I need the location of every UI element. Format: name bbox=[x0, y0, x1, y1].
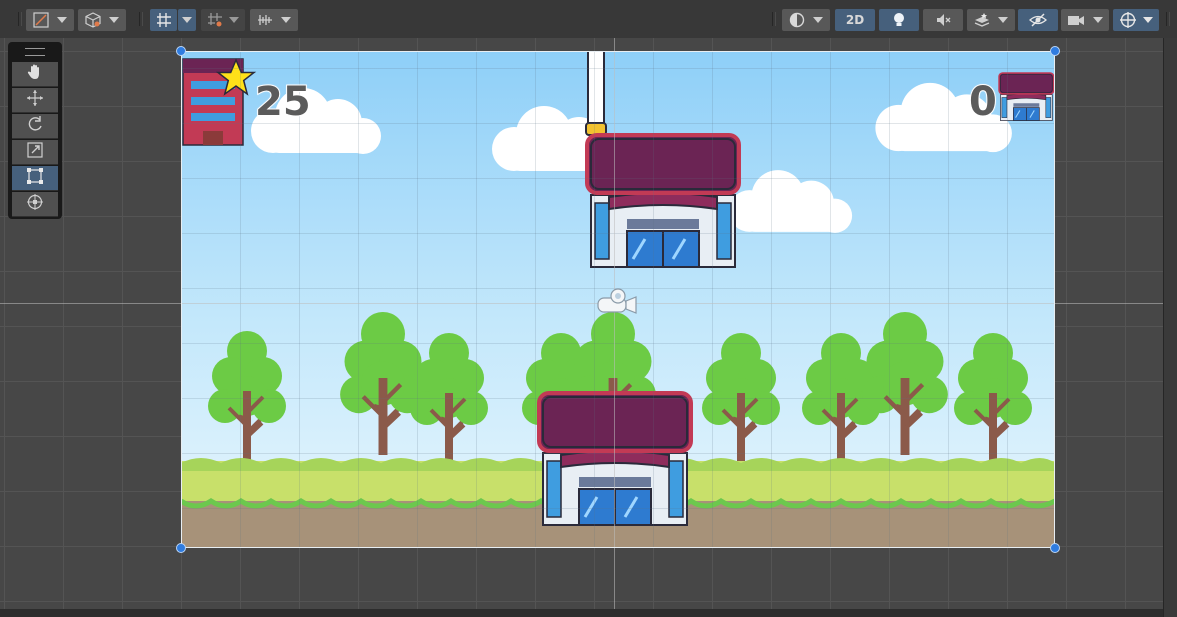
render-mode-dropdown[interactable] bbox=[782, 9, 830, 31]
scale-icon bbox=[26, 141, 44, 163]
viewport-side-strip bbox=[1163, 38, 1177, 617]
camera-gizmo-icon[interactable] bbox=[596, 288, 640, 324]
chevron-down-icon bbox=[281, 17, 291, 23]
tree bbox=[700, 331, 782, 465]
chevron-down-icon bbox=[229, 17, 239, 23]
base-building bbox=[537, 391, 693, 527]
viewport-bottom-strip bbox=[0, 609, 1163, 617]
toolbar-separator bbox=[18, 12, 22, 26]
increment-snap-dropdown[interactable] bbox=[201, 9, 245, 31]
chevron-down-icon bbox=[57, 17, 67, 23]
chevron-down-icon bbox=[813, 17, 823, 23]
chevron-down-icon bbox=[1093, 17, 1103, 23]
scene-tools-panel bbox=[8, 42, 62, 219]
scale-tool-button[interactable] bbox=[12, 140, 58, 165]
draw-mode-dropdown[interactable] bbox=[26, 9, 74, 31]
gizmos-dropdown[interactable] bbox=[1113, 9, 1159, 31]
audio-toggle[interactable] bbox=[923, 9, 963, 31]
origin-axis-horizontal bbox=[0, 303, 1163, 304]
scene-toolbar: 2D bbox=[0, 0, 1177, 39]
camera-icon bbox=[1067, 13, 1085, 27]
gizmos-icon bbox=[1119, 11, 1137, 29]
chevron-down-icon bbox=[1143, 17, 1153, 23]
chevron-down-icon bbox=[998, 17, 1008, 23]
hand-icon bbox=[26, 63, 44, 85]
chevron-down-icon bbox=[182, 17, 192, 23]
toolbar-separator bbox=[772, 12, 776, 26]
tree bbox=[206, 329, 288, 463]
rect-transform-icon bbox=[26, 167, 44, 189]
rotate-tool-button[interactable] bbox=[12, 114, 58, 139]
floor-count-icon bbox=[998, 72, 1055, 122]
move-arrows-icon bbox=[26, 89, 44, 111]
audio-mute-icon bbox=[935, 12, 951, 28]
tree bbox=[952, 331, 1034, 465]
score-value: 25 bbox=[254, 78, 312, 126]
hand-tool-button[interactable] bbox=[12, 62, 58, 87]
rect-handle-top-right[interactable] bbox=[1050, 46, 1060, 56]
effects-dropdown[interactable] bbox=[967, 9, 1015, 31]
grid-snap-dropdown[interactable] bbox=[178, 9, 196, 31]
toolbar-separator bbox=[139, 12, 143, 26]
effects-layers-icon bbox=[974, 12, 990, 28]
shading-dropdown[interactable] bbox=[78, 9, 126, 31]
grid-snap-icon bbox=[156, 12, 172, 28]
lighting-toggle[interactable] bbox=[879, 9, 919, 31]
grid-snap-toggle[interactable] bbox=[150, 9, 177, 31]
rect-handle-top-left[interactable] bbox=[176, 46, 186, 56]
scene-visibility-toggle[interactable] bbox=[1018, 9, 1058, 31]
chevron-down-icon bbox=[109, 17, 119, 23]
tree bbox=[340, 312, 426, 455]
floor-count-value: 0 bbox=[968, 78, 998, 126]
tree bbox=[408, 331, 490, 465]
camera-dropdown[interactable] bbox=[1061, 9, 1109, 31]
ruler-snap-icon bbox=[257, 12, 273, 28]
crane-rope bbox=[587, 51, 605, 124]
rect-tool-button[interactable] bbox=[12, 166, 58, 191]
rect-handle-bottom-left[interactable] bbox=[176, 543, 186, 553]
transform-icon bbox=[26, 193, 44, 215]
draw-mode-icon bbox=[33, 12, 49, 28]
toolbar-separator bbox=[1166, 12, 1170, 26]
shading-cube-icon bbox=[85, 12, 101, 28]
increment-snap-icon bbox=[207, 12, 223, 28]
hidden-visibility-icon bbox=[1029, 12, 1047, 28]
lighting-bulb-icon bbox=[891, 12, 907, 28]
ruler-snap-dropdown[interactable] bbox=[250, 9, 298, 31]
cloud bbox=[728, 170, 853, 233]
rotate-icon bbox=[26, 115, 44, 137]
rect-handle-bottom-right[interactable] bbox=[1050, 543, 1060, 553]
transform-tool-button[interactable] bbox=[12, 192, 58, 217]
render-sphere-icon bbox=[789, 12, 805, 28]
move-tool-button[interactable] bbox=[12, 88, 58, 113]
dangling-building bbox=[585, 133, 741, 269]
drag-handle-icon[interactable] bbox=[25, 48, 45, 56]
tree bbox=[862, 312, 948, 455]
mode-2d-toggle[interactable]: 2D bbox=[835, 9, 875, 31]
